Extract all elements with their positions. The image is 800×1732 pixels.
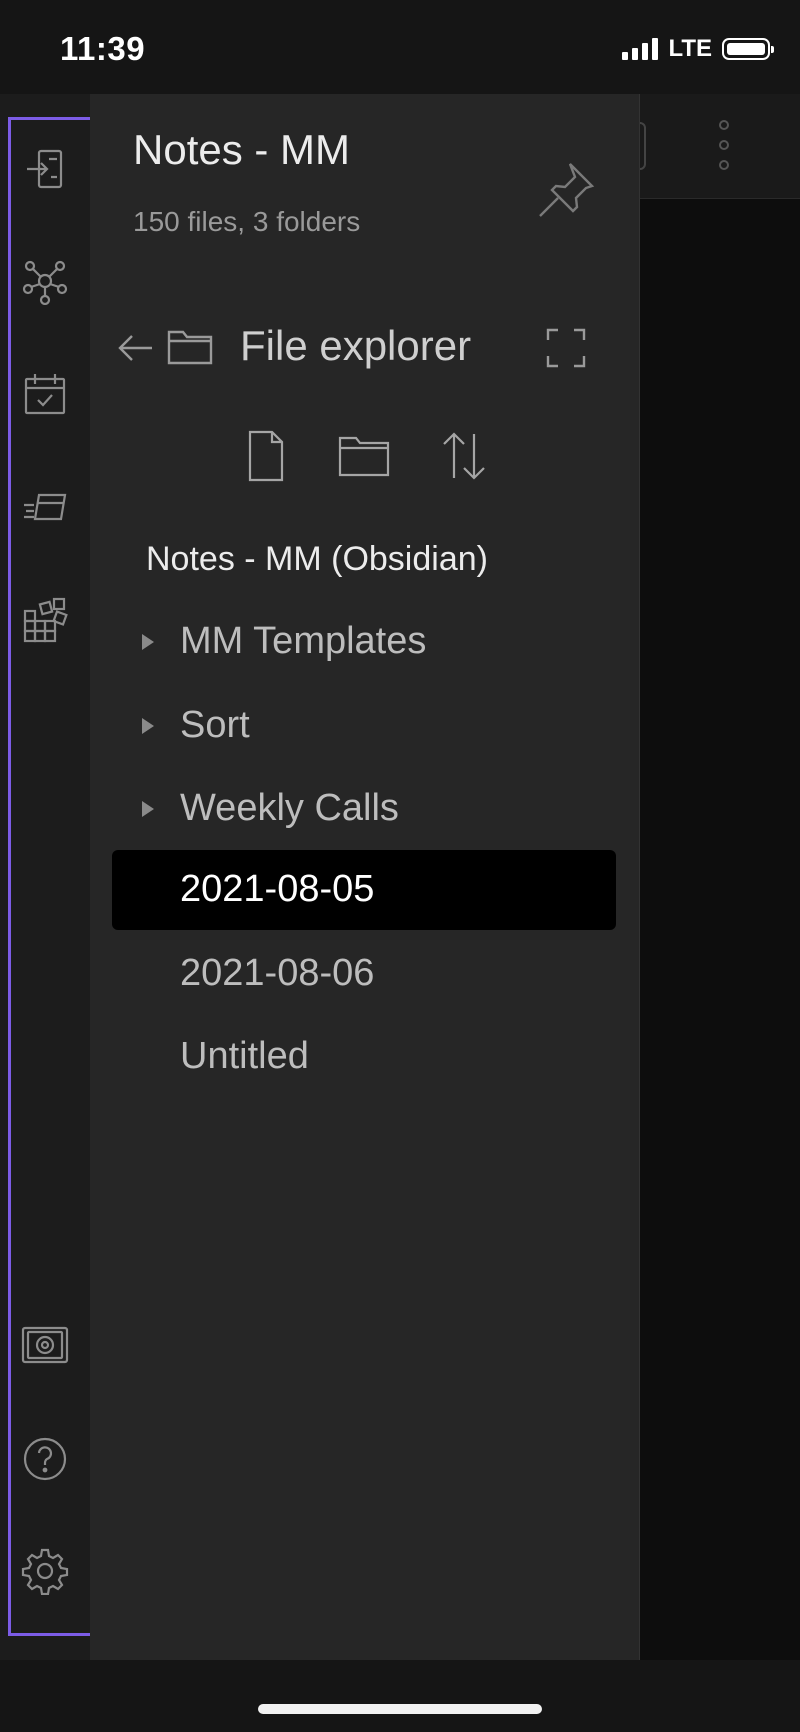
status-time: 11:39 <box>60 30 146 67</box>
settings-icon[interactable] <box>16 1542 74 1600</box>
tree-item-label: 2021-08-06 <box>180 952 375 994</box>
tree-folder-weekly-calls[interactable]: Weekly Calls <box>112 769 616 849</box>
pin-icon[interactable] <box>534 158 598 222</box>
tree-item-label: Weekly Calls <box>180 787 399 829</box>
ribbon <box>0 94 90 1660</box>
help-icon[interactable] <box>16 1430 74 1488</box>
collapse-arrow-icon[interactable] <box>142 801 154 817</box>
calendar-check-icon[interactable] <box>16 365 74 423</box>
more-options-icon[interactable] <box>714 120 734 170</box>
tree-item-label: Untitled <box>180 1035 309 1077</box>
status-indicators: LTE <box>622 34 774 64</box>
battery-icon <box>722 38 774 60</box>
vault-stats: 150 files, 3 folders <box>133 206 361 237</box>
blocks-icon[interactable] <box>16 592 74 650</box>
folder-icon <box>166 324 216 368</box>
tree-folder-sort[interactable]: Sort <box>112 686 616 766</box>
sort-icon[interactable] <box>436 428 492 484</box>
tree-item-label: Sort <box>180 704 250 746</box>
signal-icon <box>622 38 659 60</box>
tree-folder-mm-templates[interactable]: MM Templates <box>112 602 616 682</box>
home-indicator[interactable] <box>258 1704 542 1714</box>
new-note-icon[interactable] <box>238 428 294 484</box>
graph-view-icon[interactable] <box>16 252 74 310</box>
expand-icon[interactable] <box>546 328 586 368</box>
collapse-arrow-icon[interactable] <box>142 718 154 734</box>
import-icon[interactable] <box>16 140 74 198</box>
slides-icon[interactable] <box>16 478 74 536</box>
network-label: LTE <box>668 35 712 62</box>
tree-file-untitled[interactable]: Untitled <box>112 1017 616 1097</box>
editor-pane <box>640 94 800 1660</box>
file-explorer-title: File explorer <box>240 322 472 369</box>
tree-item-label: 2021-08-05 <box>180 868 375 910</box>
back-arrow-icon[interactable] <box>116 330 156 366</box>
tree-file-2021-08-05[interactable]: 2021-08-05 <box>112 850 616 930</box>
new-folder-icon[interactable] <box>336 428 392 484</box>
tree-item-label: MM Templates <box>180 620 427 662</box>
vault-icon[interactable] <box>16 1316 74 1374</box>
status-bar: 11:39 LTE <box>0 0 800 94</box>
vault-root[interactable]: Notes - MM (Obsidian) <box>146 540 488 579</box>
collapse-arrow-icon[interactable] <box>142 634 154 650</box>
file-explorer-header: File explorer <box>110 316 610 380</box>
tree-file-2021-08-06[interactable]: 2021-08-06 <box>112 934 616 1014</box>
bottom-bar <box>0 1660 800 1732</box>
vault-name[interactable]: Notes - MM <box>133 126 350 174</box>
